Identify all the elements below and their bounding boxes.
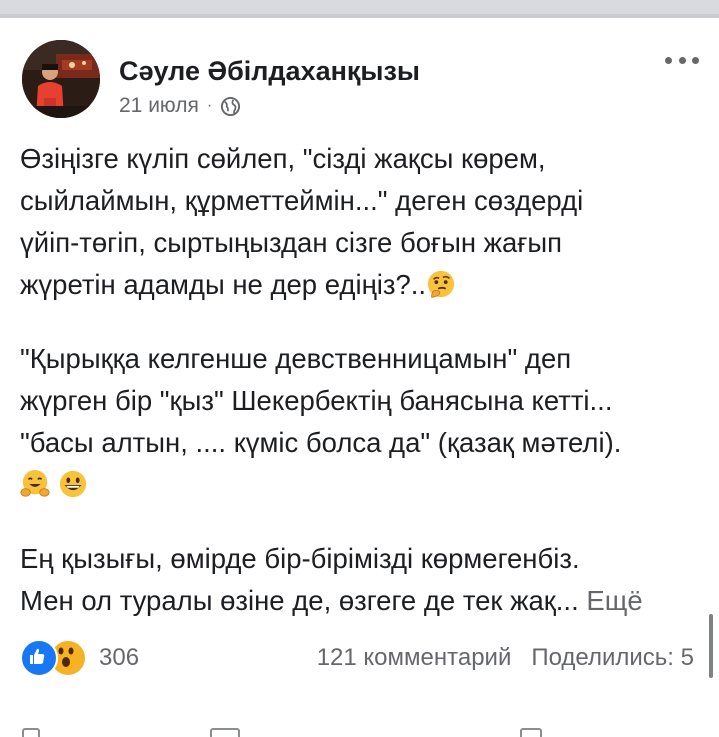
see-more-link[interactable]: Ещё (586, 585, 642, 616)
post-date[interactable]: 21 июля (119, 94, 199, 118)
avatar[interactable] (22, 40, 100, 118)
text-line: үйіп-төгіп, сыртыңыздан сізге боғын жағы… (20, 227, 563, 258)
like-icon (20, 639, 58, 677)
more-options-button[interactable] (665, 52, 699, 68)
top-divider (0, 0, 719, 18)
ellipsis-icon (692, 56, 699, 64)
post-meta: 21 июля · (119, 92, 241, 120)
avatar-photo (22, 40, 100, 118)
text-line: жүрген бір "қыз" Шекербектің банясына ке… (20, 385, 613, 416)
thinking-face-emoji (427, 270, 455, 298)
text-line: "Қырыққа келгенше девственницамын" деп (20, 343, 572, 374)
meta-separator: · (206, 97, 213, 114)
reactions-summary[interactable]: 306 (20, 639, 140, 677)
like-button[interactable] (22, 728, 40, 737)
text-line: Өзіңізге күліп сөйлеп, "сізді жақсы көре… (20, 143, 546, 174)
engagement-stats: 121 комментарий Поделились: 5 (317, 644, 694, 672)
grinning-face-emoji (59, 470, 86, 498)
text-line: сыйлаймын, құрметтеймін..." деген сөздер… (20, 185, 584, 216)
action-bar (0, 726, 719, 737)
share-button[interactable] (520, 728, 542, 737)
globe-icon (221, 96, 241, 116)
hugging-face-emoji (20, 469, 50, 497)
text-line: Ең қызығы, өмірде бір-бірімізді көрмеген… (20, 543, 580, 574)
post-text: Өзіңізге күліп сөйлеп, "сізді жақсы көре… (20, 138, 700, 622)
text-line: "басы алтын, .... күміс болса да" (қазақ… (20, 427, 622, 458)
post-paragraph: "Қырыққа келгенше девственницамын" деп ж… (20, 338, 700, 506)
scrollbar[interactable] (709, 614, 713, 678)
emoji-line (20, 464, 700, 506)
author-name[interactable]: Сәуле Әбілдаханқызы (119, 56, 420, 87)
post-paragraph: Өзіңізге күліп сөйлеп, "сізді жақсы көре… (20, 138, 700, 306)
comment-button[interactable] (210, 728, 240, 737)
ellipsis-icon (665, 56, 672, 64)
comments-count[interactable]: 121 комментарий (317, 644, 512, 672)
reaction-count: 306 (99, 644, 140, 671)
post-paragraph: Ең қызығы, өмірде бір-бірімізді көрмеген… (20, 538, 700, 622)
shares-count[interactable]: Поделились: 5 (531, 644, 694, 672)
text-line: Мен ол туралы өзіне де, өзгеге де тек жа… (20, 585, 579, 616)
top-divider-inner (0, 0, 719, 14)
text-line-with-emoji: жүретін адамды не дер едіңіз?.. (20, 264, 700, 306)
post-card: Сәуле Әбілдаханқызы 21 июля · Өзіңізге к… (0, 18, 719, 737)
text-line-with-more: Мен ол туралы өзіне де, өзгеге де тек жа… (20, 580, 700, 622)
ellipsis-icon (678, 56, 686, 64)
text-line: жүретін адамды не дер едіңіз?.. (20, 269, 427, 300)
